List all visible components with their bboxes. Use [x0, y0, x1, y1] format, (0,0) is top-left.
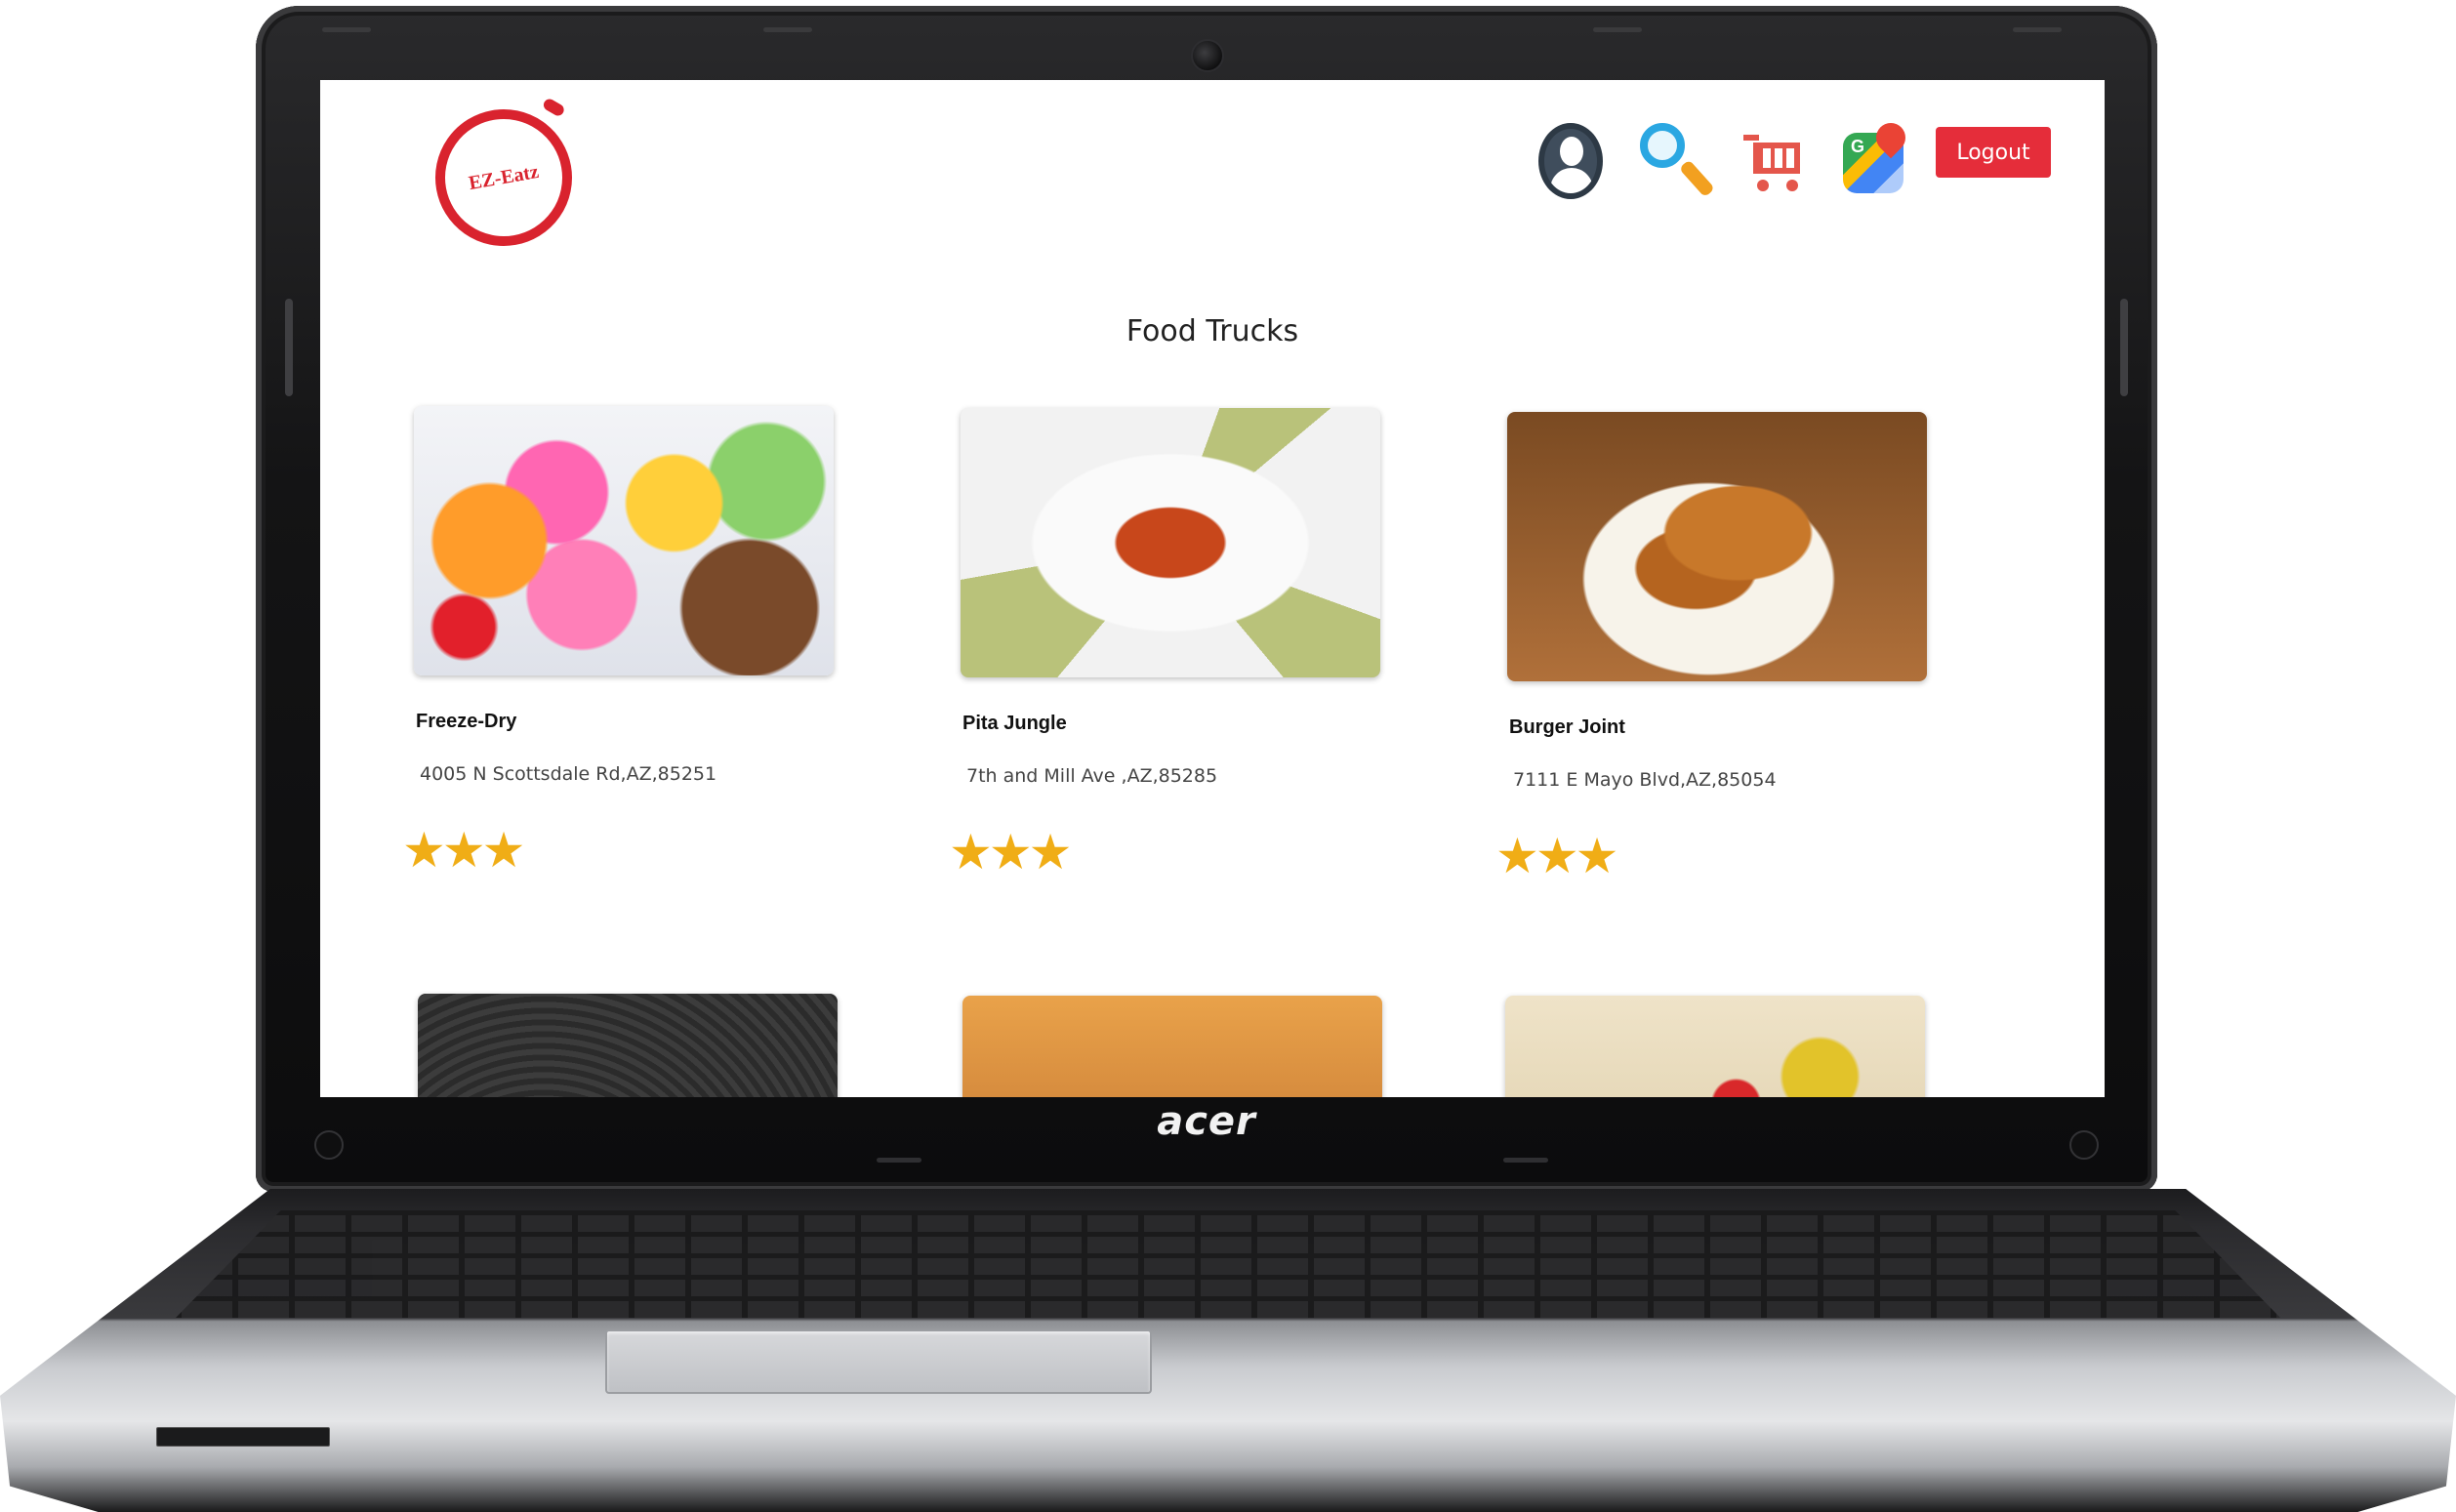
truck-card[interactable]	[418, 994, 838, 1097]
truck-card[interactable]: Burger Joint 7111 E Mayo Blvd,AZ,85054 ★…	[1495, 412, 1927, 880]
laptop-keyboard	[176, 1210, 2280, 1318]
ice-cream-photo[interactable]	[414, 406, 834, 675]
truck-card[interactable]: Freeze-Dry 4005 N Scottsdale Rd,AZ,85251…	[402, 406, 834, 875]
truck-card[interactable]: Pita Jungle 7th and Mill Ave ,AZ,85285 ★…	[949, 408, 1380, 877]
truck-name[interactable]: Pita Jungle	[962, 713, 1067, 735]
chicken-wings-photo[interactable]	[962, 996, 1382, 1097]
webcam	[1191, 39, 1224, 72]
star-rating: ★★★	[1495, 829, 1619, 883]
truck-card[interactable]	[1505, 996, 1925, 1097]
salad-photo[interactable]	[1505, 996, 1925, 1097]
page-title: Food Trucks	[1126, 314, 1299, 348]
fried-chicken-photo[interactable]	[1507, 412, 1927, 681]
laptop-brand-logo: acer	[1157, 1099, 1256, 1144]
truck-address: 4005 N Scottsdale Rd,AZ,85251	[420, 763, 717, 785]
laptop-card-slot	[156, 1427, 330, 1447]
truck-name[interactable]: Freeze-Dry	[416, 711, 516, 733]
lid-vent	[2013, 27, 2062, 32]
pita-photo[interactable]	[961, 408, 1380, 677]
lid-vent	[1593, 27, 1642, 32]
logout-button[interactable]: Logout	[1936, 127, 2051, 178]
ez-eatz-logo[interactable]: EZ-Eatz	[424, 98, 584, 258]
dark-food-photo[interactable]	[418, 994, 838, 1097]
app-screen: EZ-Eatz G Logout Food Trucks Freeze-Dry …	[320, 80, 2105, 1097]
truck-name[interactable]: Burger Joint	[1509, 716, 1625, 739]
shopping-cart-icon[interactable]	[1743, 129, 1806, 193]
logo-text: EZ-Eatz	[467, 160, 541, 194]
lid-side-slot-right	[2120, 299, 2128, 396]
bezel-slot	[877, 1158, 921, 1163]
lid-vent	[322, 27, 371, 32]
laptop-touchpad	[605, 1329, 1152, 1394]
search-icon[interactable]	[1640, 123, 1715, 203]
lid-side-slot-left	[285, 299, 293, 396]
google-maps-icon[interactable]: G	[1843, 116, 1912, 199]
truck-address: 7th and Mill Ave ,AZ,85285	[966, 765, 1218, 787]
star-rating: ★★★	[949, 825, 1073, 879]
user-profile-icon[interactable]	[1538, 123, 1603, 199]
truck-address: 7111 E Mayo Blvd,AZ,85054	[1513, 769, 1777, 791]
lid-vent	[763, 27, 812, 32]
star-rating: ★★★	[402, 823, 526, 878]
bezel-slot	[1503, 1158, 1548, 1163]
truck-card[interactable]	[962, 996, 1382, 1097]
